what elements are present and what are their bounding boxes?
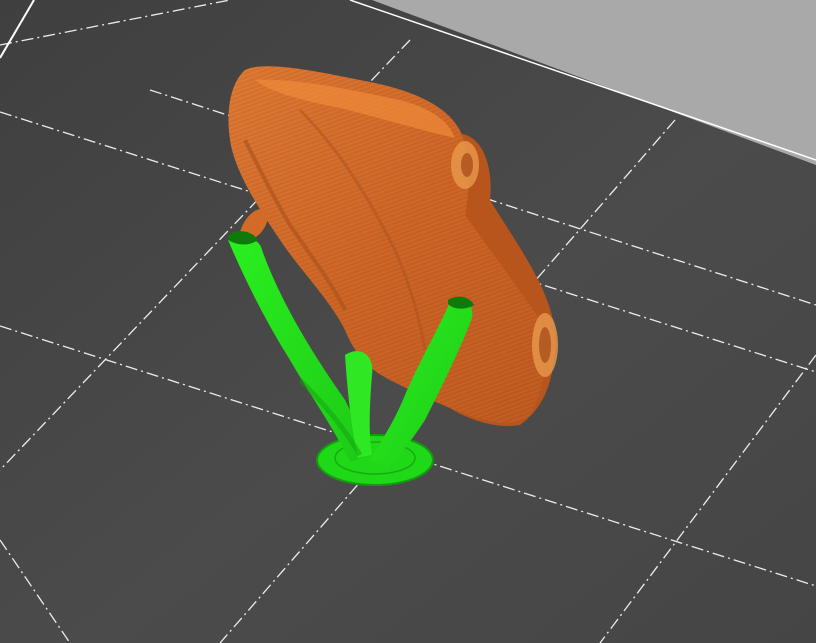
- model-lower-recess-inner: [539, 327, 551, 363]
- 3d-viewport[interactable]: [0, 0, 816, 643]
- model-upper-recess-inner: [461, 153, 473, 177]
- 3d-scene[interactable]: [0, 0, 816, 643]
